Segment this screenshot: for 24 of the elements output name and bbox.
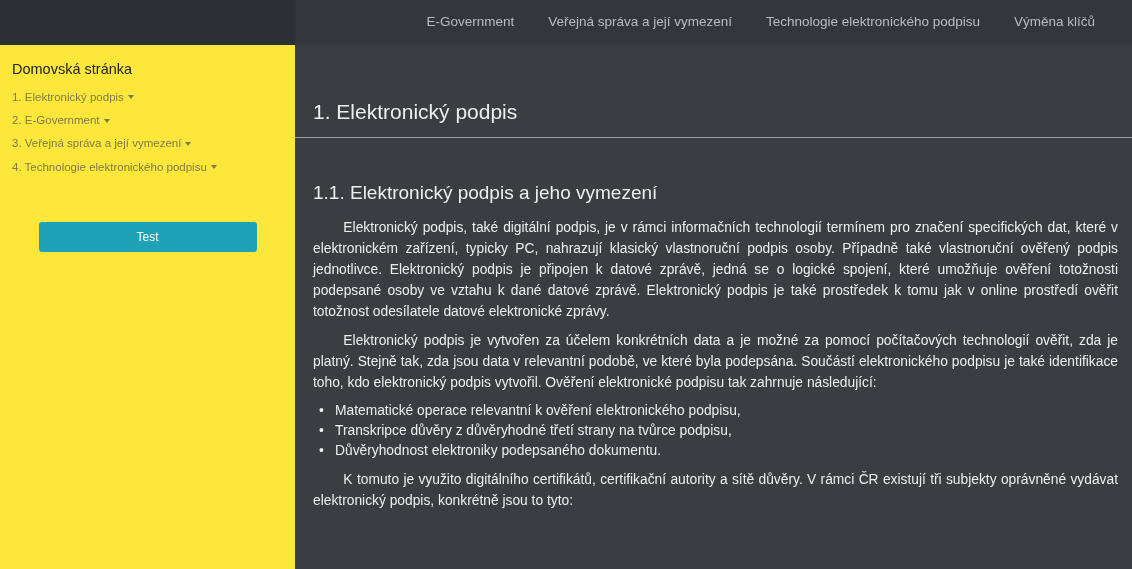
caret-icon xyxy=(103,118,110,123)
sidebar-item[interactable]: 1. Elektronický podpis xyxy=(12,86,134,108)
list-item: Důvěryhodnost elektroniky podepsaného dokumentu. xyxy=(335,442,661,460)
bullet: • xyxy=(319,422,325,440)
sidebar-item[interactable]: 2. E-Government xyxy=(12,110,110,132)
section-heading: 1.1. Elektronický podpis a jeho vymezení xyxy=(313,182,659,205)
list-item: Matematické operace relevantní k ověření elektronického podpisu, xyxy=(335,402,741,420)
nav-link[interactable]: Veřejná správa a její vymezení xyxy=(531,12,750,33)
nav-link[interactable]: E-Government xyxy=(409,12,532,33)
sidebar-title[interactable]: Domovská stránka xyxy=(12,59,283,81)
page-heading: 1. Elektronický podpis xyxy=(313,99,519,125)
caret-icon xyxy=(127,95,134,100)
caret-icon xyxy=(185,141,192,146)
paragraph: Elektronický podpis je vytvořen za účelem konkrétních data a je možné za pomocí počítačových technologií ověřit, zda je platný. Stejně tak, zda jsou data v relevantní podobě, ve které byla podepsána. Součástí elektronického podpisu je také identifikace toho, kdo elektronický podpis vytvořil. Ověření elektronické podpisu tak zahrnuje následující: xyxy=(313,332,1118,392)
sidebar-item[interactable]: 3. Veřejná správa a její vymezení xyxy=(12,133,192,155)
caret-icon xyxy=(210,165,217,170)
bullet: • xyxy=(319,402,325,420)
sidebar-item[interactable]: 4. Technologie elektronického podpisu xyxy=(12,156,217,178)
nav-link[interactable]: Výměna klíčů xyxy=(996,12,1112,33)
paragraph: K tomuto je využito digitálního certifikátů, certifikační autority a sítě důvěry. V rámci ČR existují tři subjekty oprávněné vydávat elektronický podpis, konkrétně jsou to tyto: xyxy=(313,470,1118,510)
bullet: • xyxy=(319,442,325,460)
paragraph: Elektronický podpis, také digitální podpis, je v rámci informačních technologií termínem pro značení specifických dat, které v elektronickém zařízení, typicky PC, nahrazují klasický vlastnoruční podpis osoby. Případně také vlastnoruční ověřený podpis jednotlivce. Elektronický podpis je připojen k datové zprávě, jedná se o logické spojení, které umožňuje ověření totožnosti podepsané osoby ve vztahu k dané datové zprávě. Elektronický podpis je také prostředek k tomu jak v online prostředí ověřit totožnost odesílatele datové elektronické zprávy. xyxy=(313,219,1118,321)
list-item: Transkripce důvěry z důvěryhodné třetí strany na tvůrce podpisu, xyxy=(335,422,732,440)
nav-link[interactable]: Technologie elektronického podpisu xyxy=(749,12,997,33)
